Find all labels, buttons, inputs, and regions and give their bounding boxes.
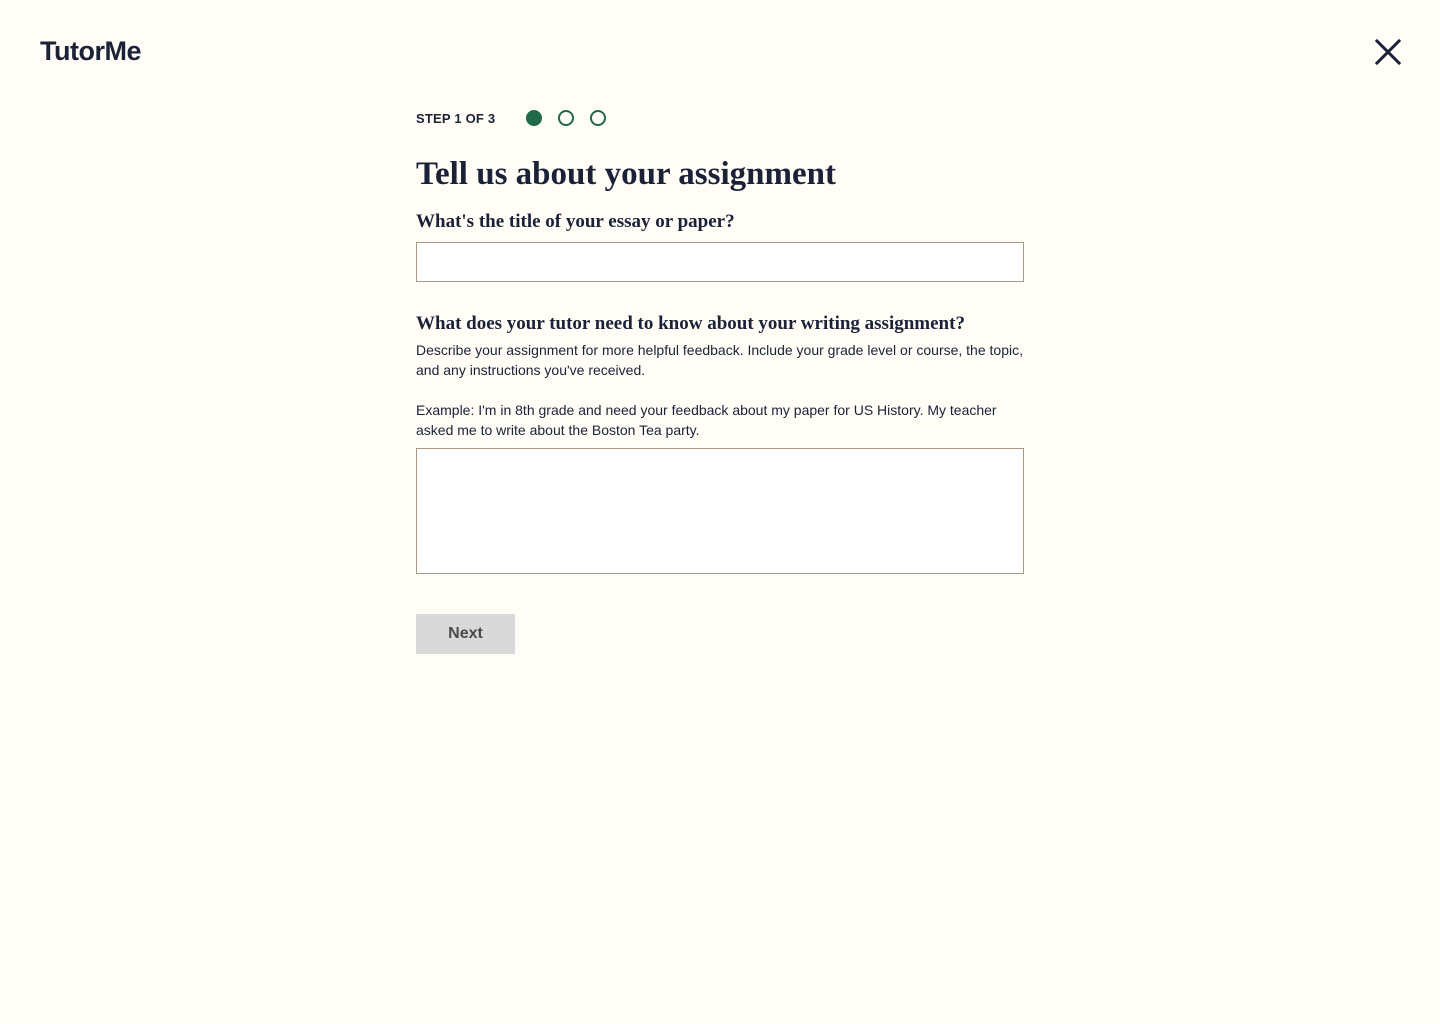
close-button[interactable] (1372, 36, 1404, 68)
assignment-details-textarea[interactable] (416, 448, 1024, 574)
step-label: STEP 1 OF 3 (416, 110, 496, 126)
page-title: Tell us about your assignment (416, 156, 836, 192)
logo-text: TutorMe (40, 36, 141, 66)
close-icon (1374, 38, 1402, 66)
details-example-text: Example: I'm in 8th grade and need your … (416, 402, 997, 438)
title-question-label: What's the title of your essay or paper? (416, 211, 735, 232)
step-dot-2 (558, 110, 575, 126)
essay-title-input[interactable] (416, 242, 1024, 282)
details-question-label: What does your tutor need to know about … (416, 313, 965, 334)
next-button[interactable]: Next (416, 614, 515, 654)
step-dot-1-current (526, 110, 543, 126)
stepper: STEP 1 OF 3 (416, 108, 1024, 128)
step-indicator (526, 110, 622, 126)
step-dot-3 (590, 110, 607, 126)
tutorme-logo[interactable]: TutorMe (40, 36, 141, 66)
assignment-form: STEP 1 OF 3 Tell us about your assignmen… (416, 108, 1024, 654)
details-help-text: Describe your assignment for more helpfu… (416, 342, 1023, 378)
